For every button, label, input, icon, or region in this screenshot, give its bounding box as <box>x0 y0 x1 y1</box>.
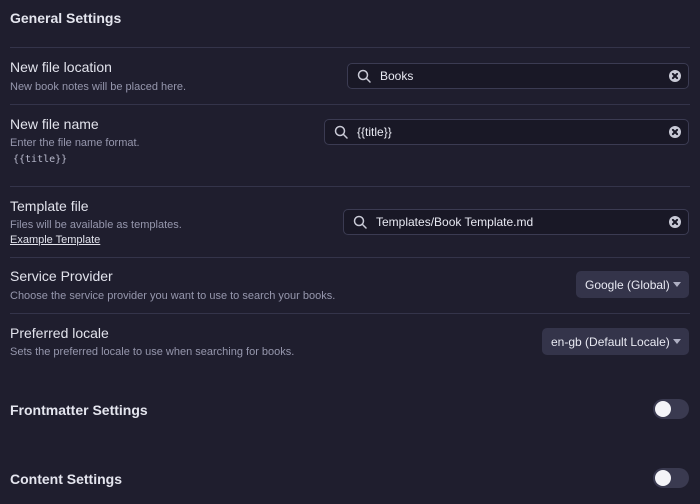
clear-icon[interactable] <box>669 216 681 228</box>
new-file-name-input[interactable] <box>357 120 657 144</box>
clear-icon[interactable] <box>669 126 681 138</box>
content-settings-toggle[interactable] <box>653 468 689 488</box>
preferred-locale-dropdown[interactable]: en-gb (Default Locale) <box>542 328 689 355</box>
template-file-description: Files will be available as templates. <box>10 219 182 231</box>
preferred-locale-description: Sets the preferred locale to use when se… <box>10 346 295 358</box>
service-provider-selected: Google (Global) <box>585 278 670 292</box>
frontmatter-settings-toggle[interactable] <box>653 399 689 419</box>
service-provider-dropdown[interactable]: Google (Global) <box>576 271 689 298</box>
divider <box>10 47 690 48</box>
clear-icon[interactable] <box>669 70 681 82</box>
preferred-locale-label: Preferred locale <box>10 325 109 341</box>
divider <box>10 104 690 105</box>
frontmatter-settings-heading: Frontmatter Settings <box>10 402 148 418</box>
template-file-input[interactable] <box>376 210 661 234</box>
chevron-down-icon <box>673 339 681 344</box>
template-file-search <box>343 209 689 235</box>
settings-panel: General Settings New file location New b… <box>0 0 700 504</box>
divider <box>10 186 690 187</box>
search-icon <box>357 69 371 83</box>
template-file-label: Template file <box>10 198 89 214</box>
toggle-knob <box>655 470 671 486</box>
divider <box>10 257 690 258</box>
divider <box>10 313 690 314</box>
chevron-down-icon <box>673 282 681 287</box>
new-file-name-search <box>324 119 689 145</box>
new-file-location-input[interactable] <box>380 64 660 88</box>
new-file-location-description: New book notes will be placed here. <box>10 81 187 93</box>
general-settings-heading: General Settings <box>10 10 122 26</box>
new-file-name-format-sample: {{title}} <box>13 154 68 165</box>
content-settings-heading: Content Settings <box>10 471 122 487</box>
search-icon <box>353 215 367 229</box>
service-provider-label: Service Provider <box>10 268 113 284</box>
new-file-name-description: Enter the file name format. <box>10 137 140 149</box>
search-icon <box>334 125 348 139</box>
new-file-name-label: New file name <box>10 116 99 132</box>
service-provider-description: Choose the service provider you want to … <box>10 290 336 302</box>
preferred-locale-selected: en-gb (Default Locale) <box>551 335 670 349</box>
toggle-knob <box>655 401 671 417</box>
example-template-link[interactable]: Example Template <box>10 234 100 246</box>
new-file-location-search <box>347 63 689 89</box>
new-file-location-label: New file location <box>10 59 112 75</box>
